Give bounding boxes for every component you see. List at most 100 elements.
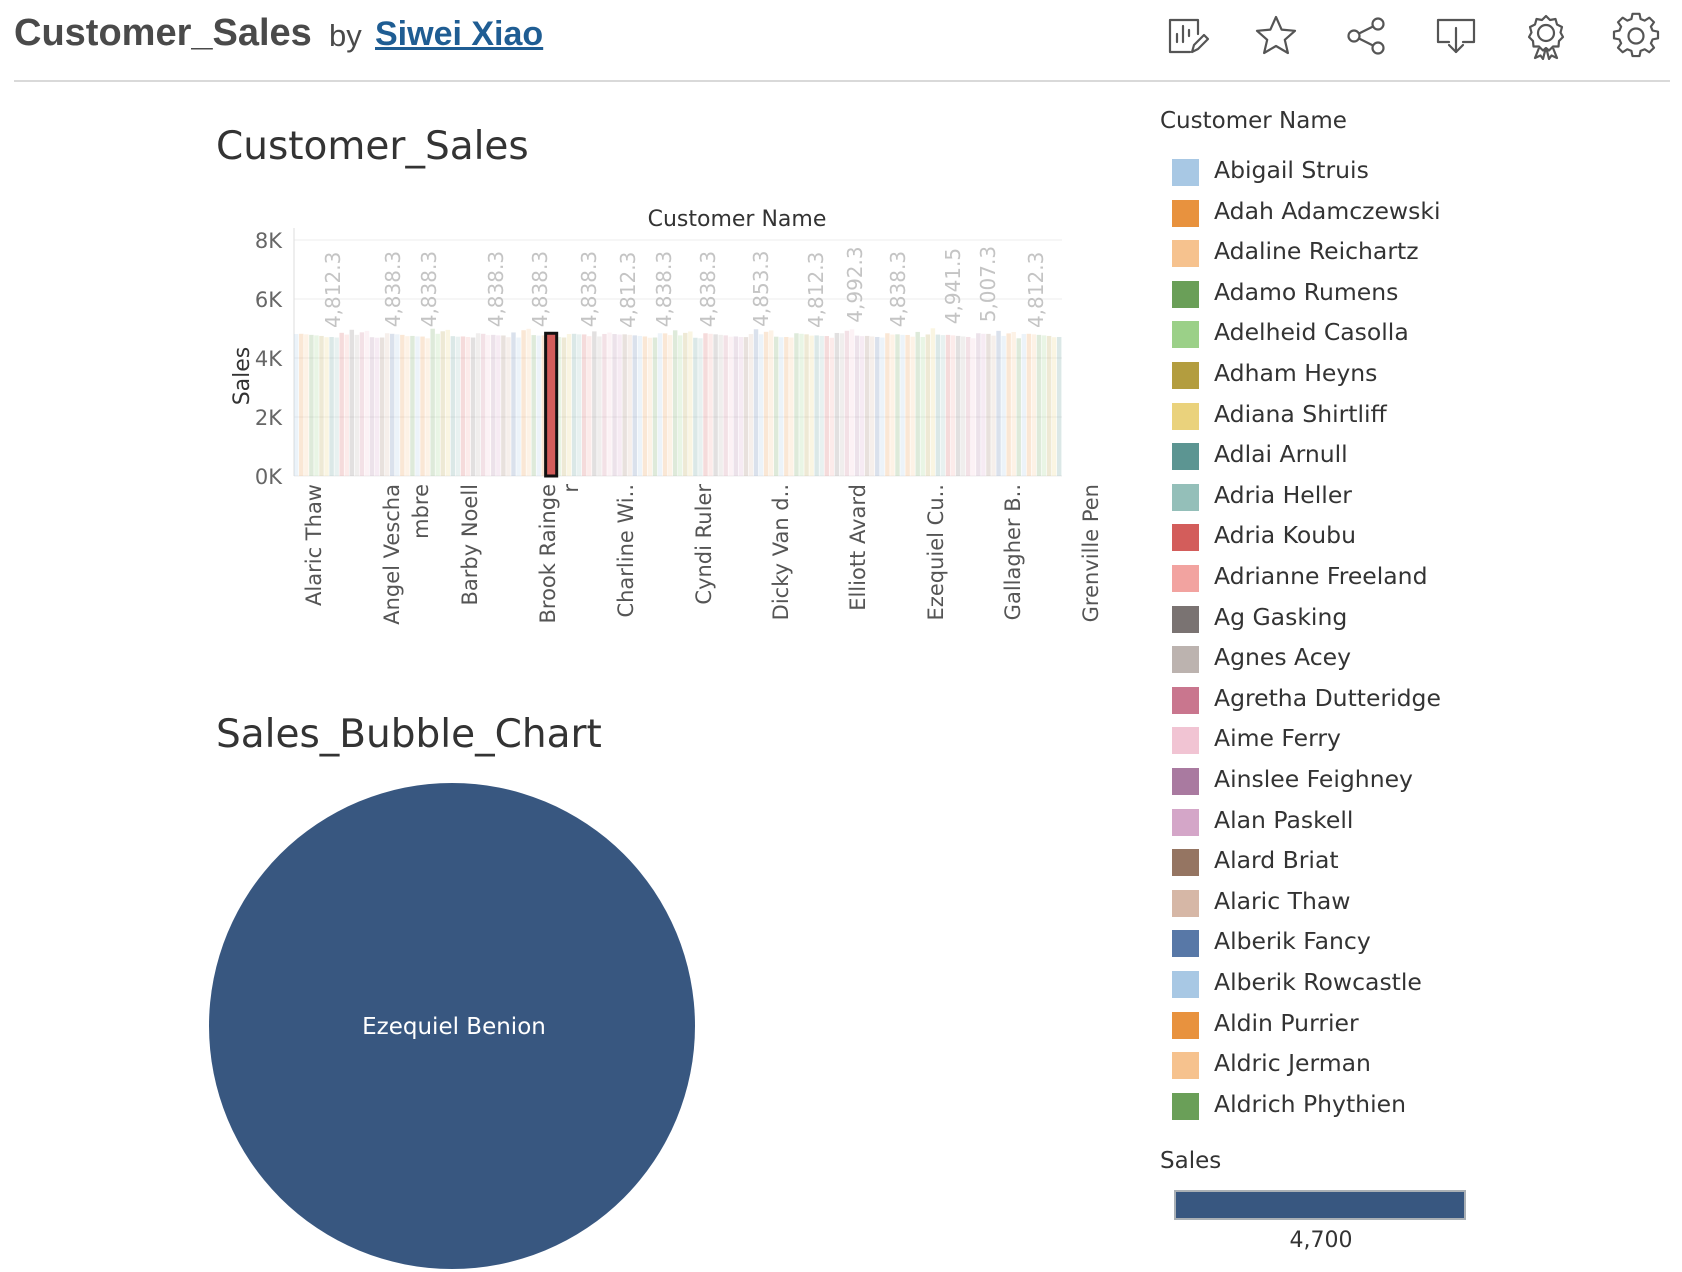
bar[interactable]: [930, 328, 936, 476]
bar[interactable]: [758, 334, 764, 476]
bar[interactable]: [511, 332, 516, 476]
bar[interactable]: [334, 337, 339, 476]
bar[interactable]: [652, 337, 658, 476]
bar[interactable]: [708, 333, 713, 476]
bar[interactable]: [592, 331, 597, 476]
bar[interactable]: [844, 330, 850, 476]
bar[interactable]: [688, 331, 693, 476]
bar[interactable]: [920, 336, 925, 476]
bar[interactable]: [728, 336, 733, 476]
bar[interactable]: [1046, 335, 1052, 476]
bar[interactable]: [925, 334, 931, 476]
bar[interactable]: [753, 329, 759, 476]
bar[interactable]: [955, 335, 961, 476]
bar[interactable]: [324, 337, 329, 476]
bar[interactable]: [576, 334, 582, 476]
bar[interactable]: [602, 333, 607, 476]
bar[interactable]: [672, 330, 678, 476]
bar[interactable]: [314, 335, 319, 476]
bar[interactable]: [1011, 332, 1016, 476]
bar[interactable]: [379, 337, 385, 476]
bar[interactable]: [506, 337, 511, 476]
bar[interactable]: [329, 336, 334, 476]
bar[interactable]: [1001, 335, 1006, 476]
bar[interactable]: [1006, 333, 1011, 476]
legend-item[interactable]: Abigail Struis: [1160, 154, 1640, 190]
legend-item[interactable]: Adria Koubu: [1160, 519, 1640, 555]
bar[interactable]: [501, 335, 506, 476]
bar-marks[interactable]: [294, 328, 1062, 478]
bar[interactable]: [824, 336, 829, 476]
bar[interactable]: [521, 330, 526, 476]
bar[interactable]: [678, 335, 683, 476]
bar[interactable]: [662, 333, 668, 476]
bar[interactable]: [344, 334, 349, 476]
bar[interactable]: [834, 332, 840, 476]
bar[interactable]: [415, 336, 420, 476]
bar[interactable]: [445, 329, 451, 476]
bar[interactable]: [960, 336, 966, 476]
bar[interactable]: [935, 334, 941, 476]
bar[interactable]: [531, 335, 536, 476]
bar[interactable]: [703, 333, 708, 476]
bar[interactable]: [1051, 337, 1057, 476]
bar[interactable]: [587, 336, 592, 476]
bar[interactable]: [309, 334, 314, 476]
bar[interactable]: [450, 336, 456, 476]
download-icon[interactable]: [1432, 12, 1480, 60]
bar[interactable]: [364, 330, 370, 476]
bar[interactable]: [612, 334, 617, 476]
bar[interactable]: [910, 336, 915, 476]
bar[interactable]: [986, 333, 991, 476]
legend-item[interactable]: Adah Adamczewski: [1160, 195, 1640, 231]
bar[interactable]: [642, 336, 648, 476]
bar[interactable]: [854, 335, 860, 476]
bar[interactable]: [374, 337, 380, 476]
bar[interactable]: [950, 335, 956, 476]
bar[interactable]: [779, 337, 784, 476]
bar[interactable]: [966, 336, 971, 476]
bar[interactable]: [829, 337, 835, 476]
bar[interactable]: [1026, 333, 1032, 476]
share-icon[interactable]: [1342, 12, 1390, 60]
bar[interactable]: [516, 337, 521, 476]
bar[interactable]: [849, 329, 855, 476]
bar[interactable]: [743, 337, 749, 476]
bar[interactable]: [809, 335, 814, 476]
bar[interactable]: [465, 336, 471, 476]
bar[interactable]: [905, 334, 910, 476]
bar[interactable]: [839, 333, 845, 476]
bar[interactable]: [667, 335, 673, 476]
bar[interactable]: [890, 334, 895, 476]
bar[interactable]: [410, 335, 415, 476]
legend-item[interactable]: Adham Heyns: [1160, 357, 1640, 393]
legend-item[interactable]: Adlai Arnull: [1160, 438, 1640, 474]
bar[interactable]: [713, 334, 718, 476]
bar[interactable]: [526, 328, 531, 476]
bar[interactable]: [698, 338, 703, 476]
legend-item[interactable]: Alan Paskell: [1160, 804, 1640, 840]
bar[interactable]: [718, 334, 723, 476]
bar[interactable]: [460, 336, 466, 476]
bar[interactable]: [1056, 336, 1062, 476]
bar[interactable]: [885, 333, 890, 476]
legend-item[interactable]: Aime Ferry: [1160, 722, 1640, 758]
bar[interactable]: [384, 333, 390, 476]
bar[interactable]: [430, 328, 435, 476]
bar[interactable]: [1036, 334, 1042, 476]
bar[interactable]: [622, 334, 627, 476]
bar[interactable]: [627, 334, 632, 476]
bar[interactable]: [425, 338, 430, 476]
bar[interactable]: [859, 336, 865, 476]
bar[interactable]: [299, 333, 304, 476]
bar[interactable]: [395, 334, 400, 476]
bar[interactable]: [738, 336, 744, 476]
legend-item[interactable]: Adelheid Casolla: [1160, 316, 1640, 352]
bar[interactable]: [647, 337, 653, 476]
bar[interactable]: [486, 335, 491, 476]
bar[interactable]: [768, 330, 774, 476]
bar[interactable]: [1041, 335, 1047, 476]
legend-item[interactable]: Adaline Reichartz: [1160, 235, 1640, 271]
bar[interactable]: [455, 336, 461, 476]
legend-item[interactable]: Aldric Jerman: [1160, 1047, 1640, 1083]
